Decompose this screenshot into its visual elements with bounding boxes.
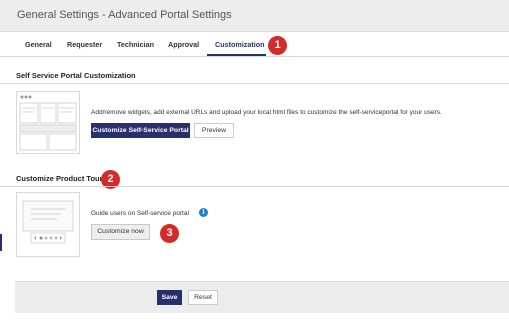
section-divider xyxy=(0,186,509,187)
info-icon[interactable]: i xyxy=(199,208,208,217)
tab-general[interactable]: General xyxy=(25,40,52,49)
product-tour-thumbnail xyxy=(16,192,80,257)
customize-self-service-portal-button[interactable]: Customize Self-Service Portal xyxy=(91,123,190,138)
product-tour-illustration xyxy=(22,200,74,244)
footer-action-bar xyxy=(15,281,509,313)
self-service-description: Add/remove widgets, add external URLs an… xyxy=(91,109,442,116)
product-tour-description: Guide users on Self-service portal xyxy=(91,210,189,217)
window-title-bar: General Settings - Advanced Portal Setti… xyxy=(0,0,509,32)
left-edge-accent xyxy=(0,234,2,251)
self-service-section-title: Self Service Portal Customization xyxy=(16,71,136,80)
portal-layout-thumbnail xyxy=(16,91,80,154)
step-marker-1: 1 xyxy=(268,36,287,55)
product-tour-section-title: Customize Product Tour xyxy=(16,174,103,183)
tab-customization[interactable]: Customization xyxy=(215,40,265,49)
customize-now-button[interactable]: Customize now xyxy=(91,224,150,240)
reset-button[interactable]: Reset xyxy=(188,290,218,305)
section-divider xyxy=(0,83,509,84)
portal-layout-illustration xyxy=(19,95,77,151)
window-title: General Settings - Advanced Portal Setti… xyxy=(17,9,232,21)
step-marker-3: 3 xyxy=(160,224,179,243)
save-button[interactable]: Save xyxy=(157,290,182,305)
tab-requester[interactable]: Requester xyxy=(67,40,102,49)
tab-approval[interactable]: Approval xyxy=(168,40,199,49)
active-tab-indicator xyxy=(207,54,266,56)
settings-tabs: General Requester Technician Approval Cu… xyxy=(0,32,509,57)
preview-button[interactable]: Preview xyxy=(194,123,234,138)
tab-technician[interactable]: Technician xyxy=(117,40,154,49)
